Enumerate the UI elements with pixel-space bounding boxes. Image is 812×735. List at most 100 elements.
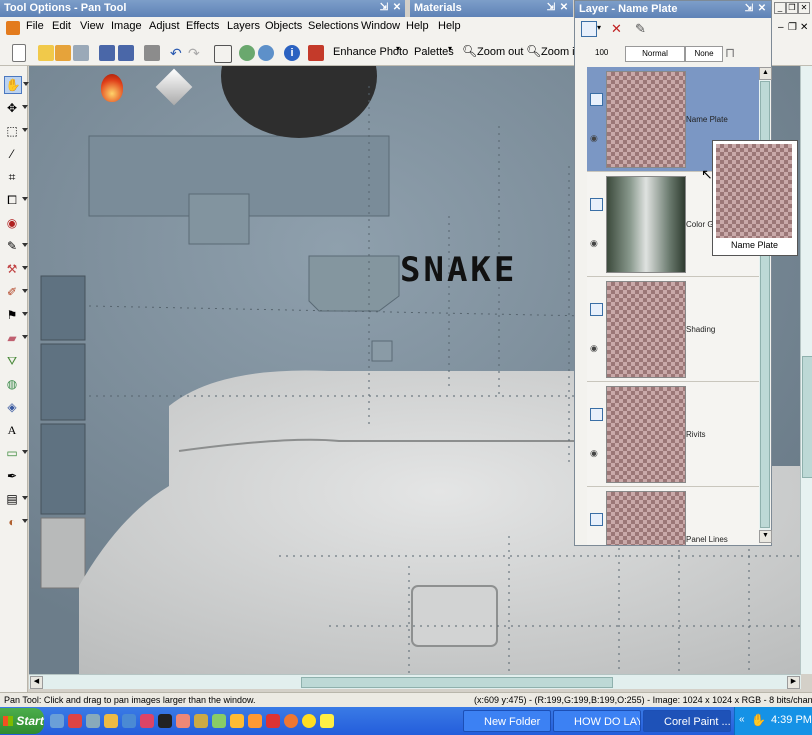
close-icon[interactable]: ✕ <box>756 3 768 15</box>
edit-selection-icon[interactable]: ✎ <box>635 21 646 37</box>
task-corel-paint[interactable]: Corel Paint ... <box>643 710 731 732</box>
pin-icon[interactable]: ⇲ <box>545 2 557 14</box>
crop-tool-icon[interactable]: ⌗ <box>4 169 20 185</box>
shape-tool-icon[interactable]: ◈ <box>4 399 20 415</box>
quicklaunch-icon[interactable] <box>302 714 316 728</box>
layers-scrollbar[interactable]: ▲ ▼ <box>759 67 772 543</box>
menu-effects[interactable]: Effects <box>186 20 219 32</box>
open-folder-icon[interactable] <box>38 45 54 61</box>
makeover-tool-icon[interactable]: ✎ <box>4 238 28 254</box>
scroll-up-icon[interactable]: ▲ <box>759 67 772 80</box>
menu-window[interactable]: Window <box>361 20 400 32</box>
tool-options-titlebar[interactable]: Tool Options - Pan Tool ⇲ ✕ <box>0 0 405 17</box>
quicklaunch-icon[interactable] <box>50 714 64 728</box>
task-how-do-lay[interactable]: HOW DO LAY... <box>553 710 641 732</box>
save-icon[interactable] <box>99 45 115 61</box>
close-icon[interactable]: ✕ <box>798 2 810 14</box>
menu-objects[interactable]: Objects <box>265 20 302 32</box>
app-icon[interactable] <box>6 21 20 35</box>
layer-row[interactable]: ◉ Rivits <box>587 382 759 487</box>
quicklaunch-icon[interactable] <box>86 714 100 728</box>
clone-tool-icon[interactable]: ⚒ <box>4 261 28 277</box>
delete-layer-icon[interactable]: ✕ <box>611 21 622 37</box>
selection-tool-icon[interactable]: ⬚ <box>4 123 28 139</box>
quicklaunch-icon[interactable] <box>284 714 298 728</box>
scan-icon[interactable] <box>73 45 89 61</box>
blend-mode-select[interactable]: Normal <box>625 46 685 62</box>
chevron-down-icon[interactable]: ▾ <box>396 44 400 53</box>
pin-icon[interactable]: ⇲ <box>378 2 390 14</box>
enhance-photo-icon[interactable] <box>308 45 324 61</box>
eraser-tool-icon[interactable]: ▰ <box>4 330 28 346</box>
quicklaunch-icon[interactable] <box>158 714 172 728</box>
chevron-down-icon[interactable]: ▾ <box>448 44 452 53</box>
scroll-left-icon[interactable]: ◀ <box>30 676 43 689</box>
eye-icon[interactable]: ◉ <box>590 133 598 144</box>
layer-row[interactable]: ◉ Shading <box>587 277 759 382</box>
menu-image[interactable]: Image <box>111 20 142 32</box>
undo-icon[interactable]: ↶ <box>170 45 186 61</box>
redo-icon[interactable]: ↷ <box>188 45 204 61</box>
close-icon[interactable]: ✕ <box>391 2 403 14</box>
oil-brush-icon[interactable]: ◐ <box>4 514 28 530</box>
quicklaunch-icon[interactable] <box>248 714 262 728</box>
layer-titlebar[interactable]: Layer - Name Plate ⇲ ✕ <box>575 1 771 18</box>
menu-file[interactable]: File <box>26 20 44 32</box>
move-tool-icon[interactable]: ✥ <box>4 100 28 116</box>
crop-icon[interactable] <box>214 45 232 63</box>
eye-icon[interactable]: ◉ <box>590 343 598 354</box>
menu-help[interactable]: Help <box>406 20 429 32</box>
deform-tool-icon[interactable]: ⧠ <box>4 192 28 208</box>
fill-tool-icon[interactable]: ⛛ <box>4 353 20 369</box>
pin-icon[interactable]: ⇲ <box>743 3 755 15</box>
picture-tube-icon[interactable]: ◍ <box>4 376 20 392</box>
menu-layers[interactable]: Layers <box>227 20 260 32</box>
quicklaunch-icon[interactable] <box>230 714 244 728</box>
save-as-icon[interactable] <box>118 45 134 61</box>
quicklaunch-icon[interactable] <box>266 714 280 728</box>
menu-view[interactable]: View <box>80 20 104 32</box>
photo-icon[interactable] <box>258 45 274 61</box>
tray-expand-icon[interactable]: « <box>739 714 745 725</box>
menu-help-2[interactable]: Help <box>438 20 461 32</box>
layers-icon[interactable] <box>239 45 255 61</box>
task-new-folder[interactable]: New Folder <box>463 710 551 732</box>
preset-shape-icon[interactable]: ▭ <box>4 445 28 461</box>
mask-select[interactable]: None <box>685 46 723 62</box>
zoom-out-icon[interactable]: 🔍︎ <box>462 44 477 58</box>
warp-tool-icon[interactable]: ▤ <box>4 491 28 507</box>
text-tool-icon[interactable]: A <box>4 422 20 438</box>
zoom-in-icon[interactable]: 🔍︎ <box>526 44 541 58</box>
lock-icon[interactable]: ⊓ <box>725 45 735 61</box>
menu-selections[interactable]: Selections <box>308 20 359 32</box>
doc-close-icon[interactable]: ✕ <box>800 22 808 33</box>
info-icon[interactable]: i <box>284 45 300 61</box>
quicklaunch-icon[interactable] <box>104 714 118 728</box>
dodge-tool-icon[interactable]: ⚑ <box>4 307 28 323</box>
minimize-icon[interactable]: _ <box>774 2 786 14</box>
quicklaunch-icon[interactable] <box>194 714 208 728</box>
new-file-icon[interactable] <box>12 44 26 62</box>
pen-tool-icon[interactable]: ✒ <box>4 468 20 484</box>
close-icon[interactable]: ✕ <box>558 2 570 14</box>
materials-titlebar[interactable]: Materials ⇲ ✕ <box>410 0 573 17</box>
tray-hand-icon[interactable]: ✋ <box>751 713 766 727</box>
pan-tool-icon[interactable]: ✋ <box>4 76 29 94</box>
zoom-out-button[interactable]: Zoom out <box>477 46 523 58</box>
horizontal-scrollbar[interactable]: ◀ ▶ <box>29 674 801 689</box>
quicklaunch-icon[interactable] <box>122 714 136 728</box>
layer-row[interactable]: Panel Lines <box>587 487 759 545</box>
red-eye-tool-icon[interactable]: ◉ <box>4 215 20 231</box>
restore-icon[interactable]: ❐ <box>786 2 798 14</box>
paint-brush-icon[interactable]: ✐ <box>4 284 28 300</box>
doc-restore-icon[interactable]: ❐ <box>788 22 797 33</box>
quicklaunch-icon[interactable] <box>212 714 226 728</box>
eye-icon[interactable]: ◉ <box>590 238 598 249</box>
opacity-swatch[interactable] <box>577 46 593 60</box>
quicklaunch-icon[interactable] <box>140 714 154 728</box>
quicklaunch-icon[interactable] <box>68 714 82 728</box>
menu-adjust[interactable]: Adjust <box>149 20 180 32</box>
doc-minimize-icon[interactable]: – <box>778 22 784 33</box>
quicklaunch-icon[interactable] <box>176 714 190 728</box>
print-icon[interactable] <box>144 45 160 61</box>
